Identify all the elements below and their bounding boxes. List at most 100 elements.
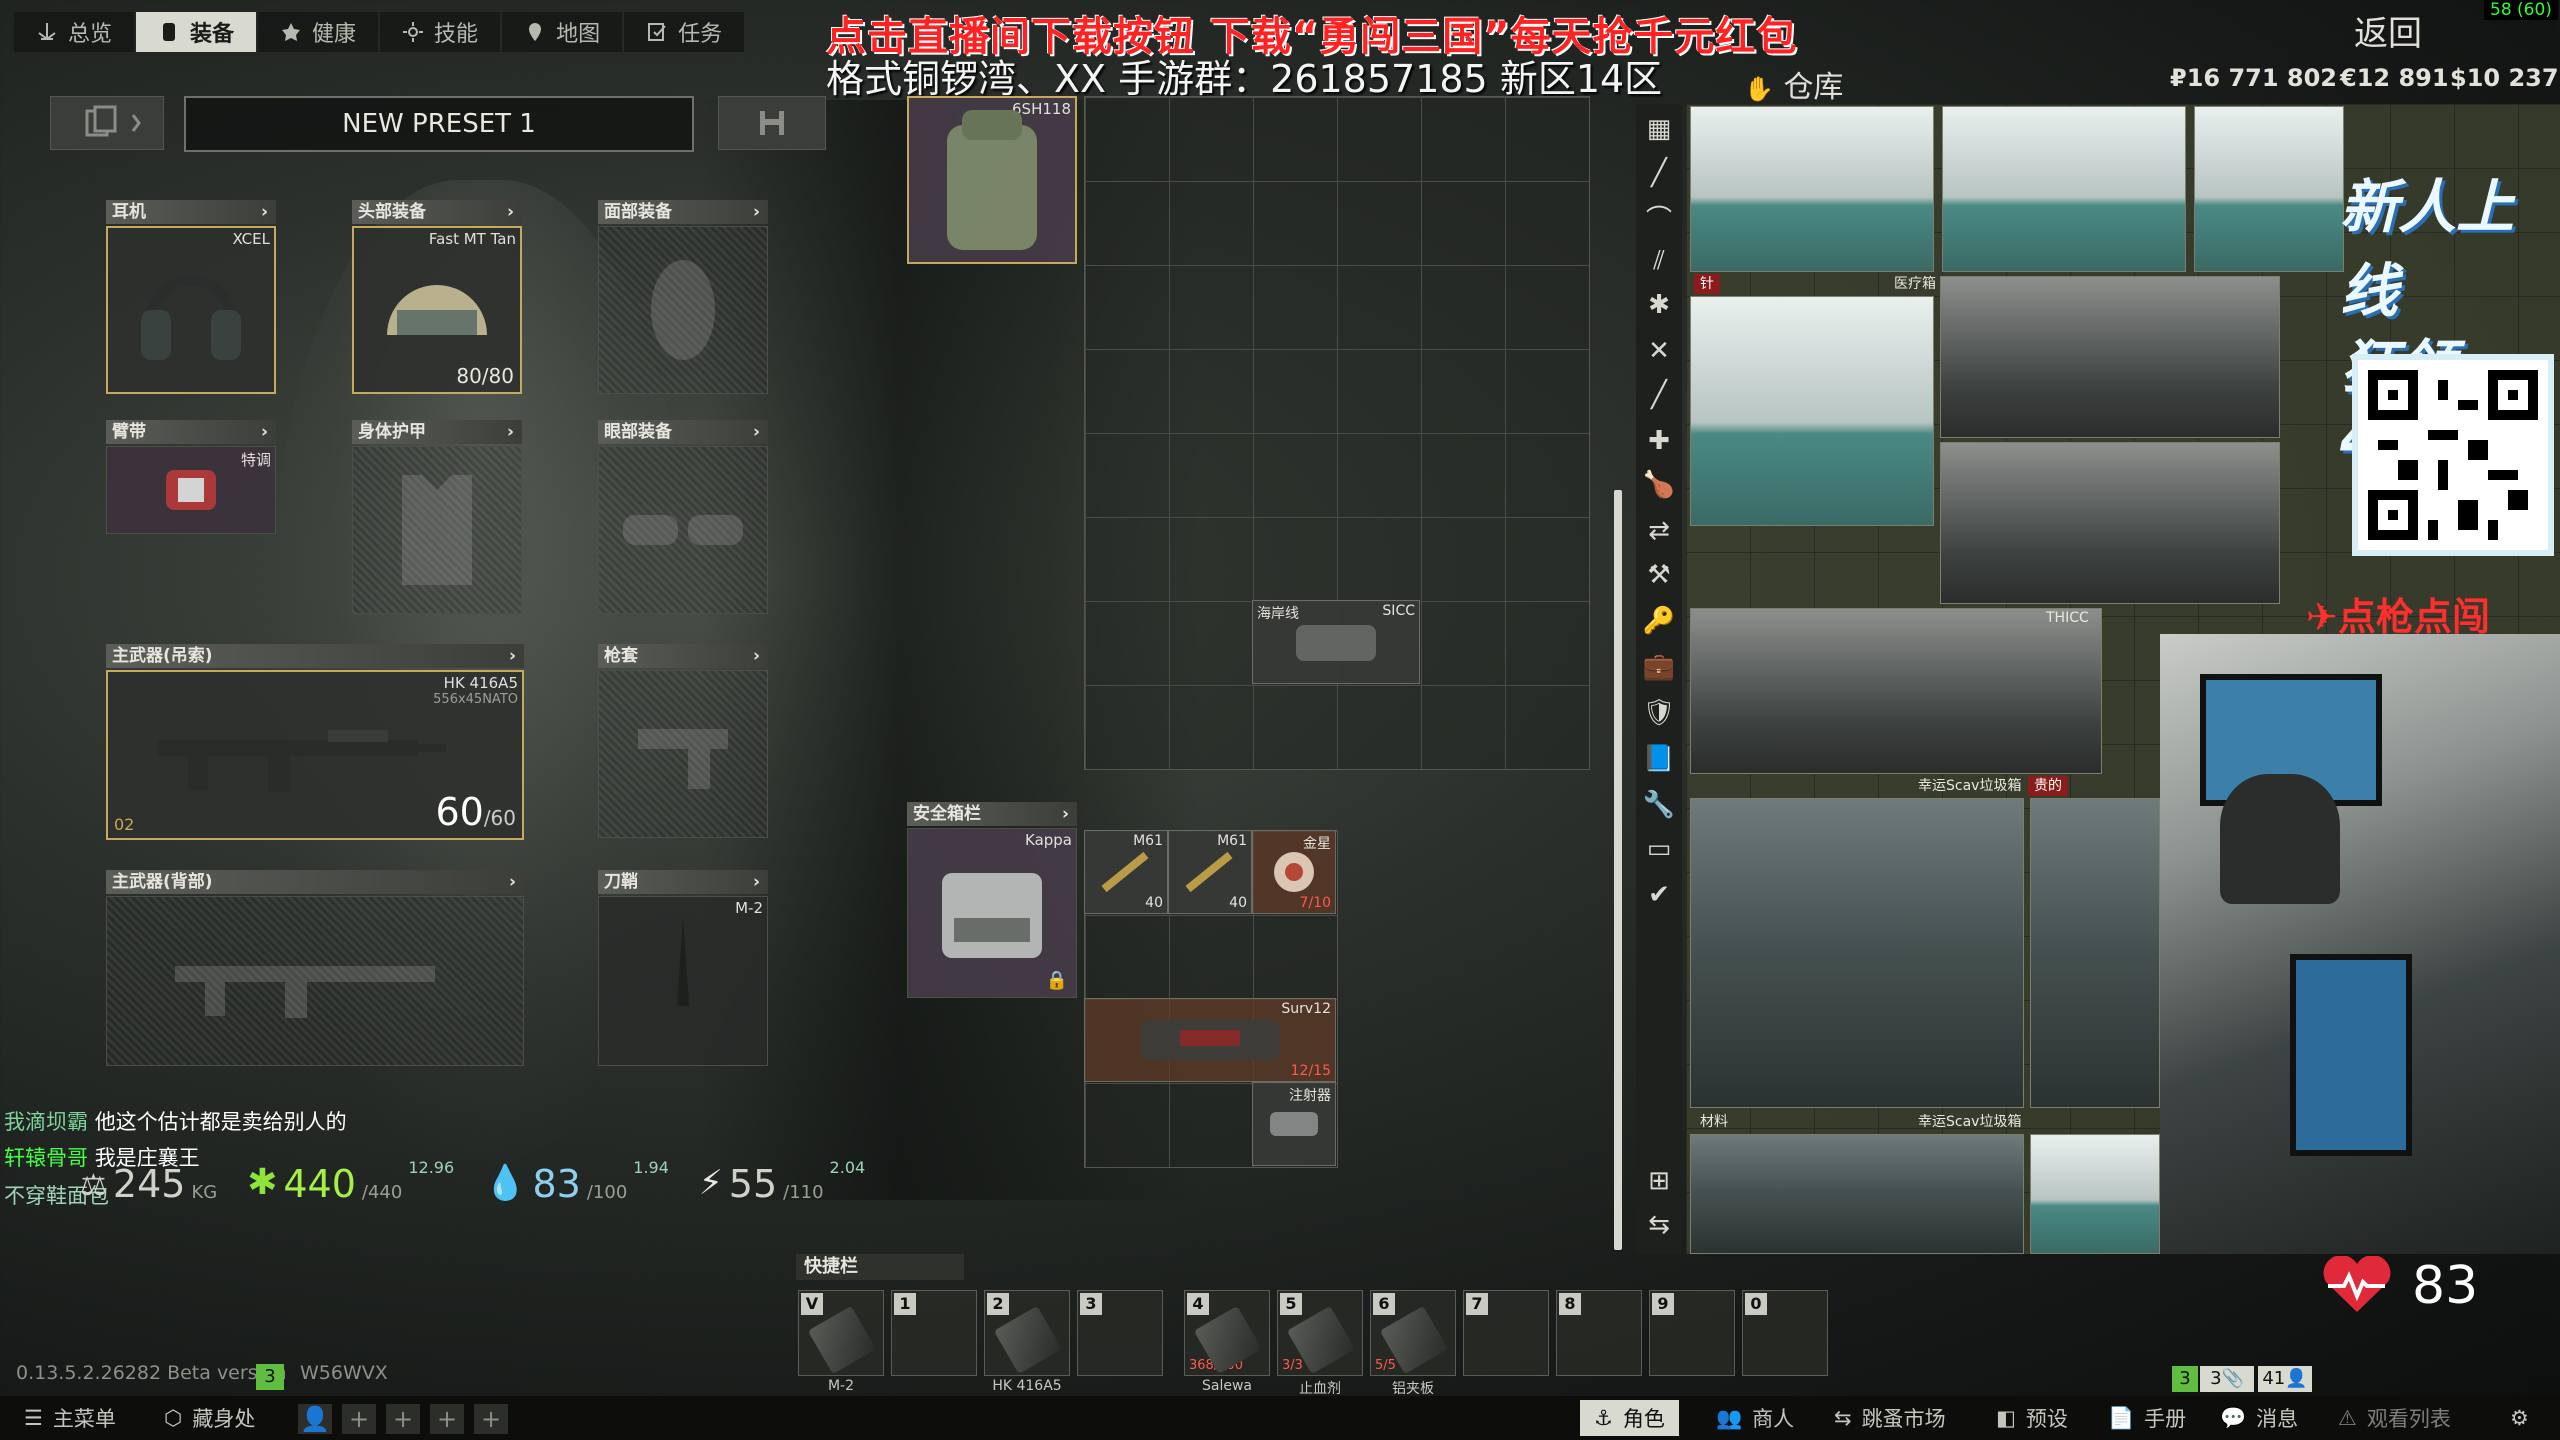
tab-skills[interactable]: 技能 <box>380 12 501 52</box>
backpack-slot[interactable]: 6SH118 <box>907 96 1077 264</box>
filter-containers-icon[interactable]: 💼 <box>1640 648 1678 686</box>
watchlist-button[interactable]: ⚠ 观看列表 <box>2324 1400 2465 1436</box>
quickbar-slot[interactable]: 4368/400 <box>1184 1290 1270 1376</box>
quickbar-slot[interactable]: 8 <box>1556 1290 1642 1376</box>
slot-header-armband[interactable]: 臂带 › <box>106 420 276 444</box>
character-button[interactable]: ⚓ 角色 <box>1580 1400 1679 1436</box>
slot-header-headwear[interactable]: 头部装备 › <box>352 200 522 224</box>
inventory-item[interactable]: M61 40 <box>1084 830 1168 914</box>
inventory-item[interactable]: Surv12 12/15 <box>1084 998 1336 1082</box>
filter-tools-icon[interactable]: ⚒ <box>1640 556 1678 594</box>
slot-header-primary-sling[interactable]: 主武器(吊索) › <box>106 644 524 668</box>
quickbar-slot[interactable]: 0 <box>1742 1290 1828 1376</box>
filter-melee-icon[interactable]: ✕ <box>1640 332 1678 370</box>
filter-all-icon[interactable]: ▦ <box>1640 110 1678 148</box>
stash-item-scav-junkbox[interactable] <box>1690 1134 2024 1254</box>
earpiece-slot[interactable]: XCEL <box>106 226 276 394</box>
filter-meds-icon[interactable]: ✚ <box>1640 422 1678 460</box>
quickbar-slot[interactable]: 2 <box>984 1290 1070 1376</box>
facecover-slot[interactable] <box>598 226 768 394</box>
profile-icon[interactable]: 👤 <box>298 1404 332 1434</box>
primary-back-slot[interactable] <box>106 896 524 1066</box>
slot-header-scabbard[interactable]: 刀鞘 › <box>598 870 768 894</box>
quickbar-item-name: HK 416A5 <box>992 1378 1062 1394</box>
stash-item-medcase[interactable] <box>1690 106 1934 272</box>
tab-gear[interactable]: 装备 <box>136 12 257 52</box>
filter-armor-icon[interactable]: 🛡 <box>1640 694 1678 732</box>
transfer-icon[interactable]: ⇆ <box>1640 1206 1678 1244</box>
primary-weapon-slot[interactable]: HK 416A5 556x45NATO 02 60/60 <box>106 670 524 840</box>
slot-header-body-armor[interactable]: 身体护甲 › <box>352 420 522 444</box>
slot-header-holster[interactable]: 枪套 › <box>598 644 768 668</box>
slot-header-primary-back[interactable]: 主武器(背部) › <box>106 870 524 894</box>
hideout-button[interactable]: ⬡ 藏身处 <box>150 1400 269 1436</box>
slot-header-eyewear[interactable]: 眼部装备 › <box>598 420 768 444</box>
headwear-slot[interactable]: Fast MT Tan 80/80 <box>352 226 522 394</box>
filter-medical-icon[interactable]: ✱ <box>1640 286 1678 324</box>
holster-slot[interactable] <box>598 670 768 838</box>
eyewear-slot[interactable] <box>598 446 768 614</box>
filter-food-icon[interactable]: 🍗 <box>1640 466 1678 504</box>
filter-keys-icon[interactable]: 🔑 <box>1640 602 1678 640</box>
scabbard-slot[interactable]: M-2 <box>598 896 768 1066</box>
stash-item-ammo-case[interactable] <box>1940 276 2280 438</box>
filter-special-icon[interactable]: 🔧 <box>1640 786 1678 824</box>
stash-item-ammo-case[interactable] <box>1940 442 2280 604</box>
stash-item-medcase[interactable] <box>2194 106 2344 272</box>
weight-icon: ⚖ <box>80 1168 107 1203</box>
settings-button[interactable]: ⚙ <box>2496 1400 2543 1436</box>
sort-stash-icon[interactable]: ⊞ <box>1640 1162 1678 1200</box>
secure-container-slot[interactable]: Kappa 🔒 <box>907 828 1077 998</box>
stash-item-medcase[interactable] <box>1690 296 1934 526</box>
inventory-item[interactable]: M61 40 <box>1168 830 1252 914</box>
stash-item-thicc-case[interactable] <box>1690 608 2102 774</box>
inventory-scrollbar[interactable] <box>1614 490 1622 1250</box>
add-slot-button[interactable]: + <box>386 1404 420 1434</box>
tab-map[interactable]: 地图 <box>502 12 623 52</box>
filter-weapons-icon[interactable]: ╱ <box>1640 154 1678 192</box>
add-slot-button[interactable]: + <box>342 1404 376 1434</box>
inventory-item[interactable]: 海岸线 SICC <box>1252 600 1420 684</box>
filter-mods-icon[interactable]: ╱ <box>1640 376 1678 414</box>
filter-quest-icon[interactable]: ✔ <box>1640 876 1678 914</box>
quickbar-slot[interactable]: 5 3/3 <box>1277 1290 1363 1376</box>
messages-button[interactable]: 💬 消息 <box>2206 1400 2312 1436</box>
back-button[interactable]: 返回 <box>2354 6 2422 55</box>
quickbar-slot[interactable]: 7 <box>1463 1290 1549 1376</box>
tab-health[interactable]: 健康 <box>258 12 379 52</box>
quickbar-slot[interactable]: 3 <box>1077 1290 1163 1376</box>
quickbar-slot[interactable]: 9 <box>1649 1290 1735 1376</box>
handbook-button[interactable]: 📄 手册 <box>2094 1400 2200 1436</box>
filter-barter-icon[interactable]: ⇄ <box>1640 512 1678 550</box>
button-label: 角色 <box>1622 1407 1665 1431</box>
quickbar-slot[interactable]: 1 <box>891 1290 977 1376</box>
slot-header-secure-container[interactable]: 安全箱栏 › <box>907 802 1077 826</box>
traders-button[interactable]: 👥 商人 <box>1702 1400 1808 1436</box>
filter-misc-icon[interactable]: ▭ <box>1640 830 1678 868</box>
inventory-item[interactable]: 注射器 <box>1252 1082 1336 1166</box>
slot-header-earpiece[interactable]: 耳机 › <box>106 200 276 224</box>
add-slot-button[interactable]: + <box>430 1404 464 1434</box>
flea-market-button[interactable]: ⇆ 跳蚤市场 <box>1820 1400 1960 1436</box>
filter-info-icon[interactable]: 📘 <box>1640 740 1678 778</box>
presets-button[interactable]: ◧ 预设 <box>1982 1400 2082 1436</box>
stash-item-medcase[interactable] <box>1942 106 2186 272</box>
tab-tasks[interactable]: 任务 <box>624 12 745 52</box>
main-menu-button[interactable]: ☰ 主菜单 <box>10 1400 130 1436</box>
armband-slot[interactable]: 特调 <box>106 446 276 534</box>
stash-item-medcase[interactable] <box>2030 1134 2160 1254</box>
filter-gear-icon[interactable]: ⌒ <box>1640 198 1678 236</box>
preset-copy-button[interactable] <box>50 96 164 150</box>
stash-item-scav-junkbox[interactable] <box>1690 798 2024 1108</box>
stash-item-scav-junkbox[interactable] <box>2030 798 2160 1108</box>
body-armor-slot[interactable] <box>352 446 522 614</box>
add-slot-button[interactable]: + <box>474 1404 508 1434</box>
quickbar-slot[interactable]: 6 5/5 <box>1370 1290 1456 1376</box>
filter-ammo-icon[interactable]: ⫽ <box>1640 242 1678 280</box>
quickbar-slot[interactable]: V <box>798 1290 884 1376</box>
slot-header-facecover[interactable]: 面部装备 › <box>598 200 768 224</box>
inventory-item[interactable]: 金星 7/10 <box>1252 830 1336 914</box>
tab-overview[interactable]: 总览 <box>14 12 135 52</box>
save-preset-button[interactable] <box>718 96 826 150</box>
preset-name-field[interactable]: NEW PRESET 1 <box>184 96 694 152</box>
